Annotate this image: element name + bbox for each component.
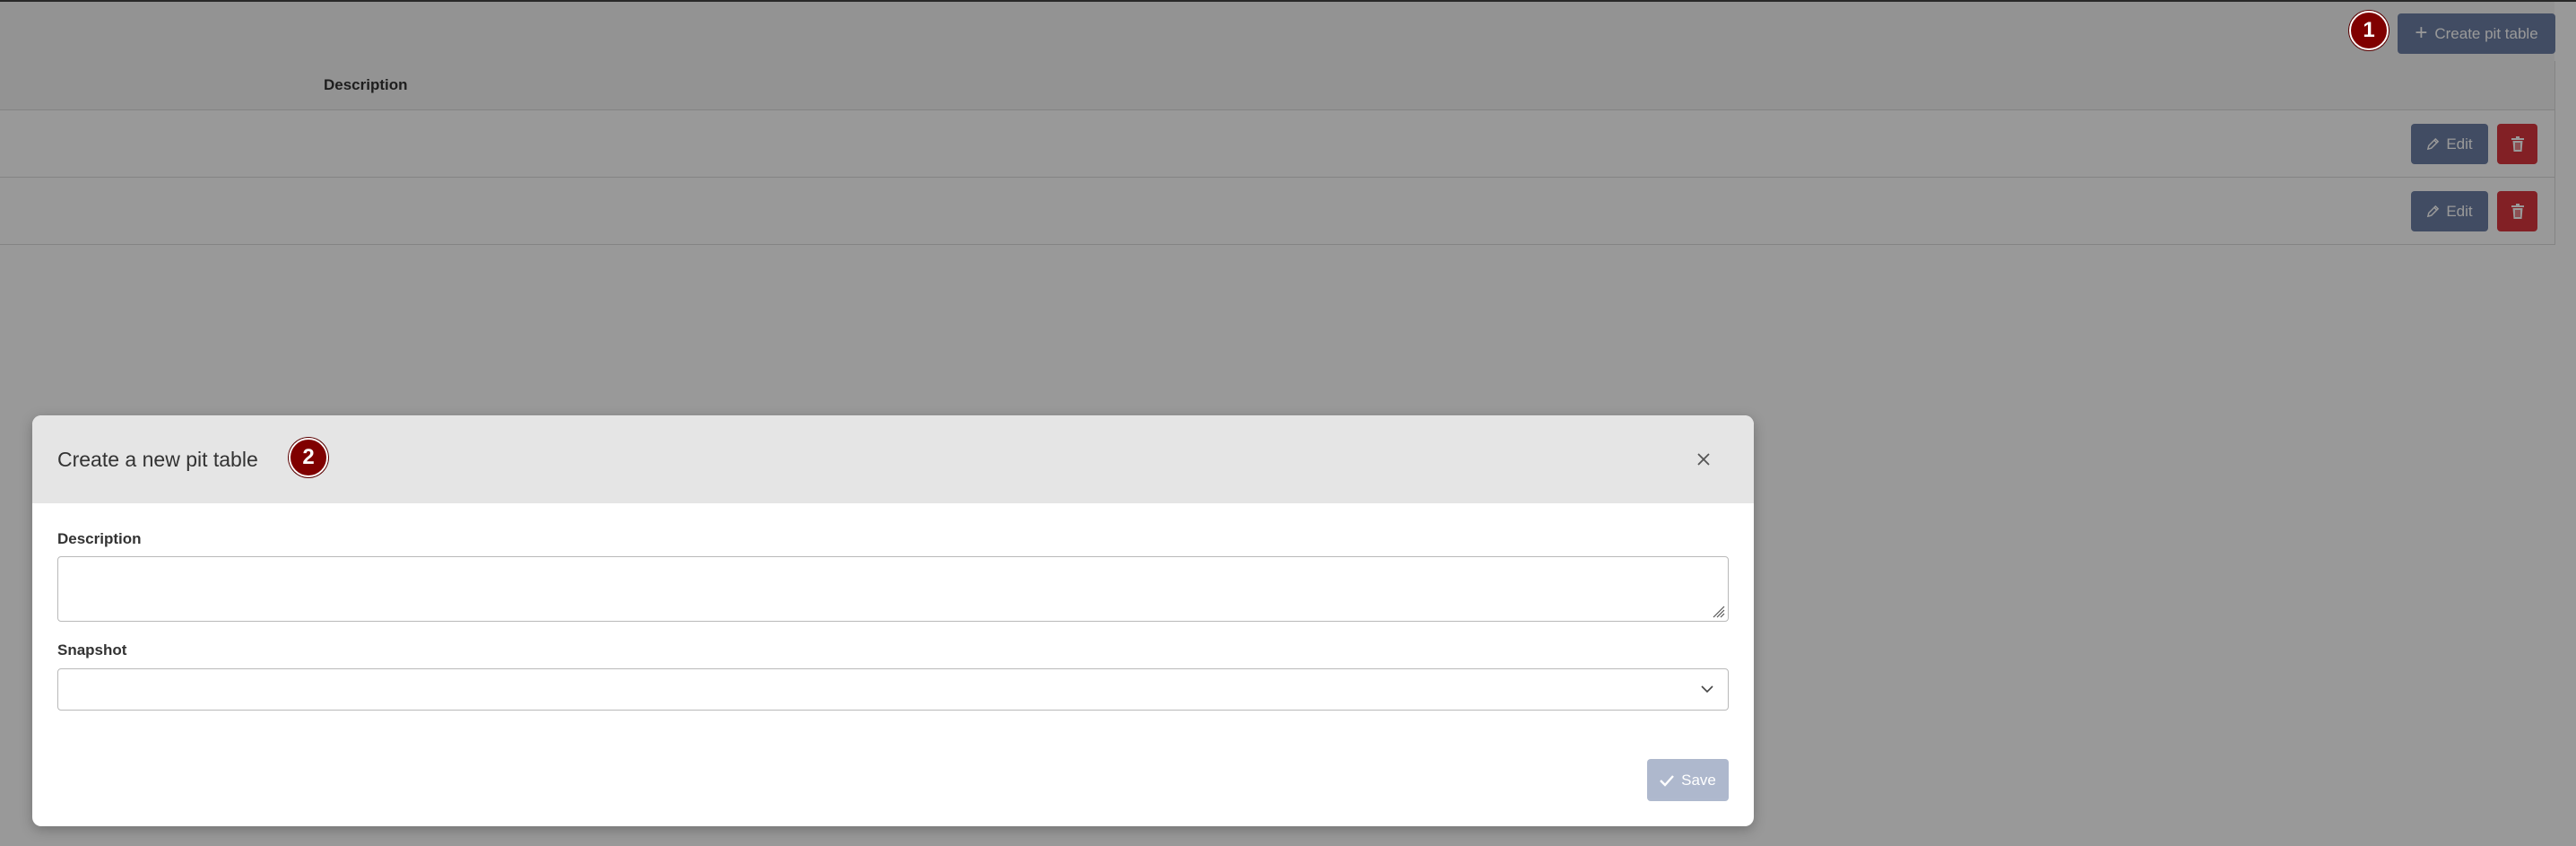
check-icon xyxy=(1660,774,1675,787)
description-label: Description xyxy=(57,530,142,547)
annotation-badge-1: 1 xyxy=(2349,11,2389,50)
chevron-down-icon xyxy=(1701,685,1713,693)
save-button[interactable]: Save xyxy=(1647,759,1729,801)
snapshot-label: Snapshot xyxy=(57,641,127,658)
dialog-title: Create a new pit table xyxy=(57,448,258,471)
resize-grip-icon[interactable] xyxy=(1711,604,1725,618)
save-label: Save xyxy=(1681,771,1716,789)
description-field[interactable] xyxy=(57,556,1729,622)
annotation-badge-2: 2 xyxy=(289,438,328,477)
close-icon xyxy=(1697,453,1710,466)
snapshot-select[interactable] xyxy=(57,668,1729,711)
close-button[interactable] xyxy=(1691,447,1716,472)
create-pit-table-dialog: Create a new pit table Description Snaps… xyxy=(32,415,1754,826)
